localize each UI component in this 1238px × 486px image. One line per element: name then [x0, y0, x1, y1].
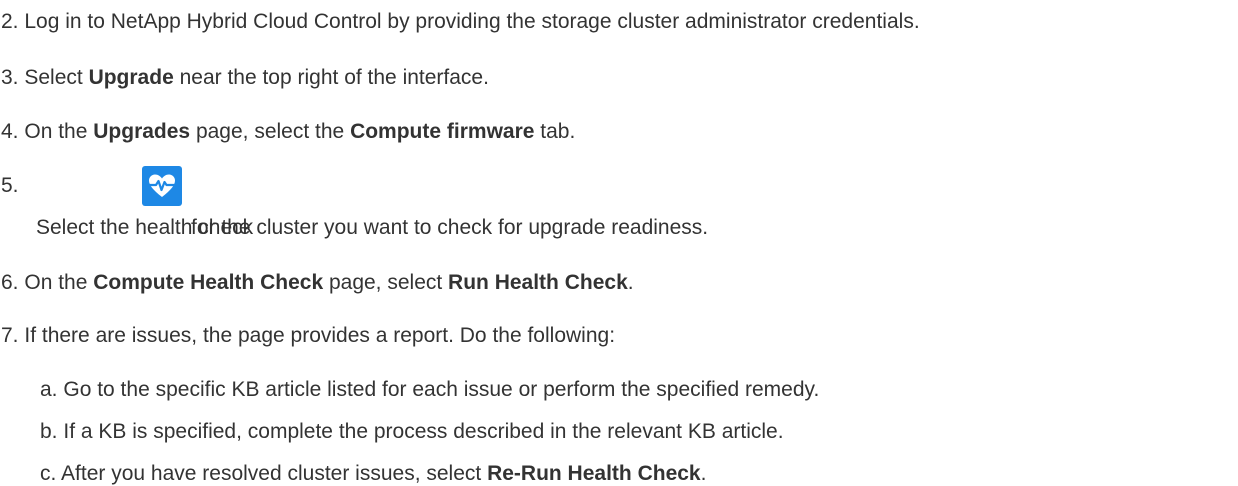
substep-text: . [700, 462, 707, 485]
step-text: . [627, 271, 634, 294]
step-number: 7. [1, 324, 19, 347]
ui-term-re-run-health-check: Re-Run Health Check [487, 462, 701, 485]
ui-term-run-health-check: Run Health Check [448, 271, 628, 294]
step-3: 3. Select Upgrade near the top right of … [1, 65, 489, 90]
step-6: 6. On the Compute Health Check page, sel… [1, 270, 634, 295]
step-text: page, select the [190, 120, 351, 143]
substep-text: After you have resolved cluster issues, … [61, 462, 488, 485]
step-text: page, select [323, 271, 449, 294]
step-text: Select [24, 66, 89, 89]
substep-c: c. After you have resolved cluster issue… [40, 461, 706, 486]
step-number: 6. [1, 271, 19, 294]
substep-letter: b. [40, 420, 58, 443]
substep-a: a. Go to the specific KB article listed … [40, 377, 819, 402]
ui-term-compute-firmware: Compute firmware [350, 120, 535, 143]
step-5-number: 5. [1, 173, 19, 198]
ui-term-compute-health-check: Compute Health Check [93, 271, 324, 294]
step-text: tab. [534, 120, 576, 143]
step-number: 2. [1, 10, 19, 33]
substep-text: If a KB is specified, complete the proce… [63, 420, 784, 443]
step-number: 5. [1, 174, 19, 197]
step-text: On the [24, 271, 94, 294]
substep-text: Go to the specific KB article listed for… [63, 378, 820, 401]
step-4: 4. On the Upgrades page, select the Comp… [1, 119, 575, 144]
step-number: 4. [1, 120, 19, 143]
step-text: If there are issues, the page provides a… [24, 324, 616, 347]
substep-letter: c. [40, 462, 57, 485]
step-2: 2. Log in to NetApp Hybrid Cloud Control… [1, 9, 920, 34]
step-text: Log in to NetApp Hybrid Cloud Control by… [24, 10, 920, 33]
heart-pulse-icon [142, 166, 182, 206]
ui-term-upgrades: Upgrades [93, 120, 191, 143]
ui-term-upgrade: Upgrade [88, 66, 174, 89]
step-text: near the top right of the interface. [173, 66, 489, 89]
step-text: for the cluster you want to check for up… [191, 216, 709, 239]
step-5-continued: for the cluster you want to check for up… [191, 215, 708, 240]
step-text: On the [24, 120, 94, 143]
step-7: 7. If there are issues, the page provide… [1, 323, 615, 348]
substep-b: b. If a KB is specified, complete the pr… [40, 419, 784, 444]
substep-letter: a. [40, 378, 58, 401]
step-number: 3. [1, 66, 19, 89]
